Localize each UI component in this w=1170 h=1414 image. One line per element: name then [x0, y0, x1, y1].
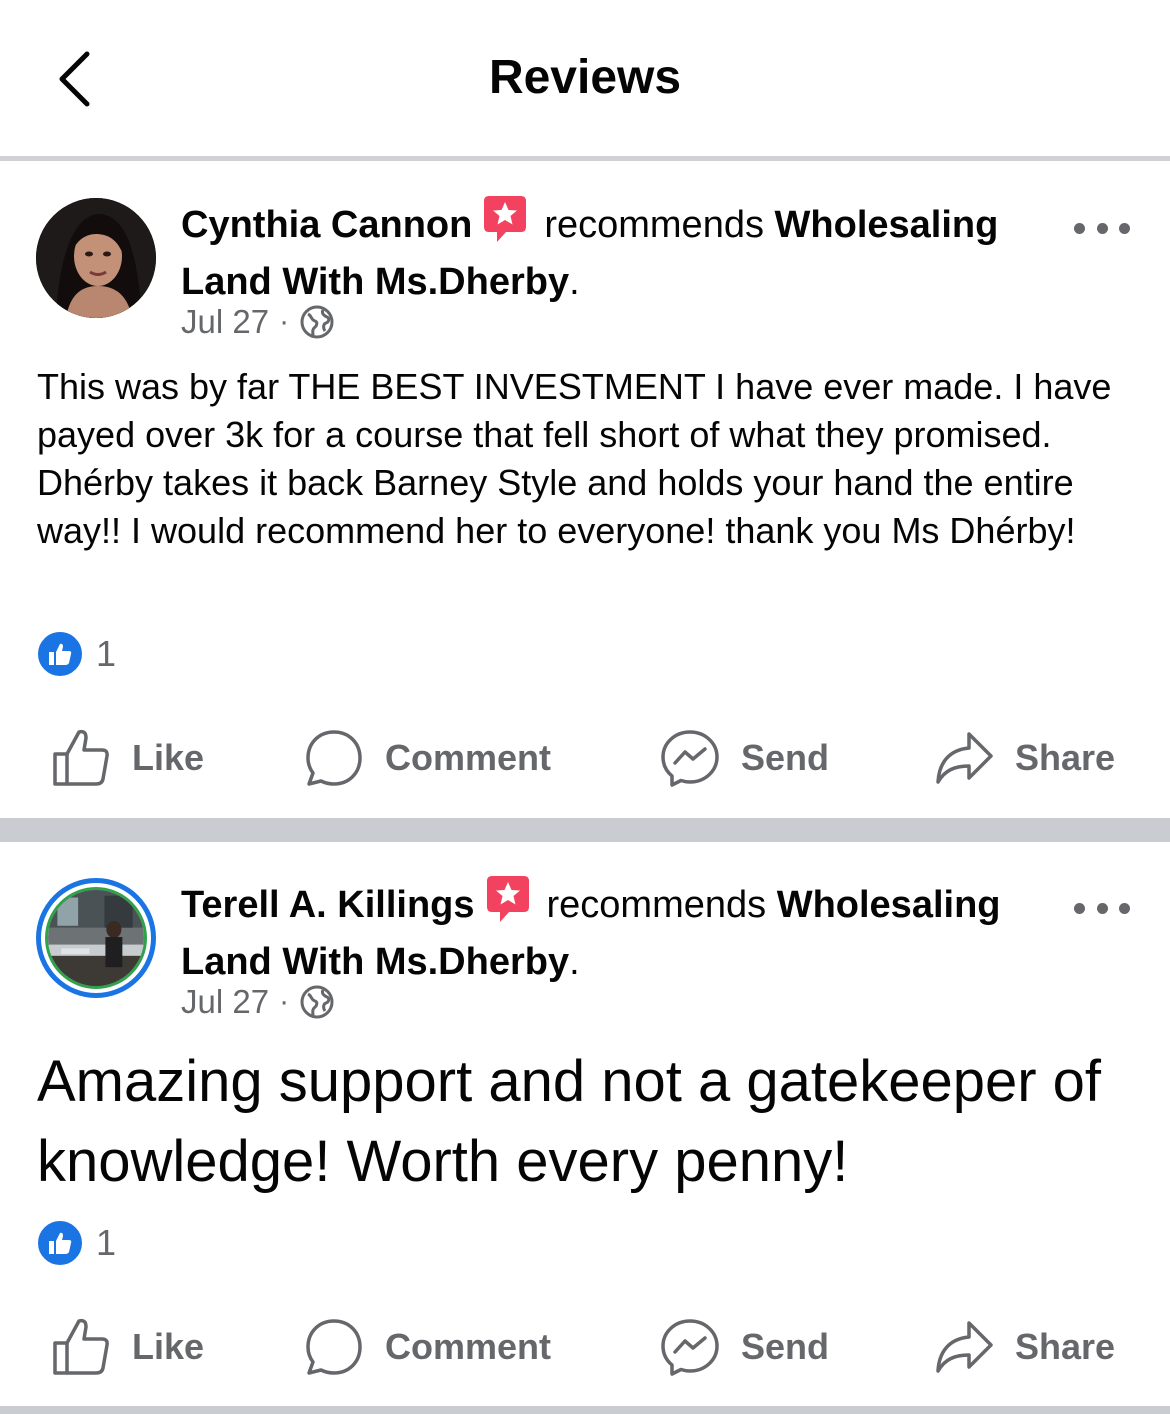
comment-icon	[306, 730, 362, 786]
recommend-verb: recommends	[546, 884, 767, 926]
share-button[interactable]: Share	[935, 1317, 1115, 1377]
comment-button[interactable]: Comment	[305, 728, 551, 788]
messenger-icon	[661, 730, 719, 787]
page-title: Reviews	[488, 51, 682, 104]
send-button[interactable]: Send	[661, 728, 829, 788]
review-headline: Terell A. Killings recommends Wholesaling…	[181, 873, 1061, 988]
more-options-button[interactable]	[1074, 893, 1130, 923]
comment-button[interactable]: Comment	[305, 1317, 551, 1377]
reaction-summary[interactable]: 1	[36, 630, 116, 678]
recommend-badge-icon	[483, 873, 533, 937]
send-label: Send	[741, 737, 830, 778]
like-badge-icon	[36, 1219, 84, 1267]
send-label: Send	[741, 1326, 830, 1367]
comment-icon	[306, 1319, 362, 1375]
action-bar: Like Comment Send Share	[0, 1317, 1170, 1377]
like-label: Like	[132, 737, 205, 778]
globe-icon	[300, 305, 334, 339]
header-divider	[0, 156, 1170, 161]
avatar[interactable]	[36, 198, 156, 318]
profile-photo	[36, 198, 156, 318]
send-button[interactable]: Send	[661, 1317, 829, 1377]
comment-label: Comment	[385, 737, 552, 778]
avatar[interactable]	[36, 878, 156, 998]
like-icon	[53, 1318, 109, 1375]
top-bar: Reviews	[0, 0, 1170, 156]
post-date[interactable]: Jul 27	[181, 303, 269, 341]
like-button[interactable]: Like	[52, 1317, 204, 1377]
more-icon	[1074, 902, 1085, 914]
section-separator	[0, 1406, 1170, 1414]
headline-period: .	[569, 941, 580, 983]
profile-photo	[45, 887, 147, 989]
meta-separator: ·	[279, 305, 290, 338]
like-label: Like	[132, 1326, 205, 1367]
post-meta: Jul 27 ·	[181, 303, 335, 341]
like-icon	[53, 729, 109, 786]
post-meta: Jul 27 ·	[181, 983, 335, 1021]
review-text: Amazing support and not a gatekeeper of …	[37, 1049, 1102, 1194]
headline-period: .	[569, 261, 580, 303]
review-headline: Cynthia Cannon recommends Wholesaling Lan…	[181, 193, 1061, 308]
like-count: 1	[96, 1222, 117, 1263]
share-label: Share	[1015, 1326, 1116, 1367]
section-separator	[0, 818, 1170, 842]
more-icon	[1074, 222, 1085, 234]
share-button[interactable]: Share	[935, 728, 1115, 788]
share-label: Share	[1015, 737, 1116, 778]
share-icon	[936, 1321, 993, 1373]
meta-separator: ·	[279, 985, 290, 1018]
messenger-icon	[661, 1319, 719, 1376]
recommend-badge-icon	[480, 193, 530, 257]
share-icon	[936, 732, 993, 784]
action-bar: Like Comment Send Share	[0, 728, 1170, 788]
review-text: This was by far THE BEST INVESTMENT I ha…	[37, 366, 1112, 551]
like-count: 1	[96, 633, 117, 674]
post-date[interactable]: Jul 27	[181, 983, 269, 1021]
reaction-summary[interactable]: 1	[36, 1219, 116, 1267]
author-name[interactable]: Terell A. Killings	[181, 884, 475, 926]
like-button[interactable]: Like	[52, 728, 204, 788]
comment-label: Comment	[385, 1326, 552, 1367]
author-name[interactable]: Cynthia Cannon	[181, 204, 472, 246]
more-options-button[interactable]	[1074, 213, 1130, 243]
globe-icon	[300, 985, 334, 1019]
recommend-verb: recommends	[544, 204, 764, 246]
like-badge-icon	[36, 630, 84, 678]
